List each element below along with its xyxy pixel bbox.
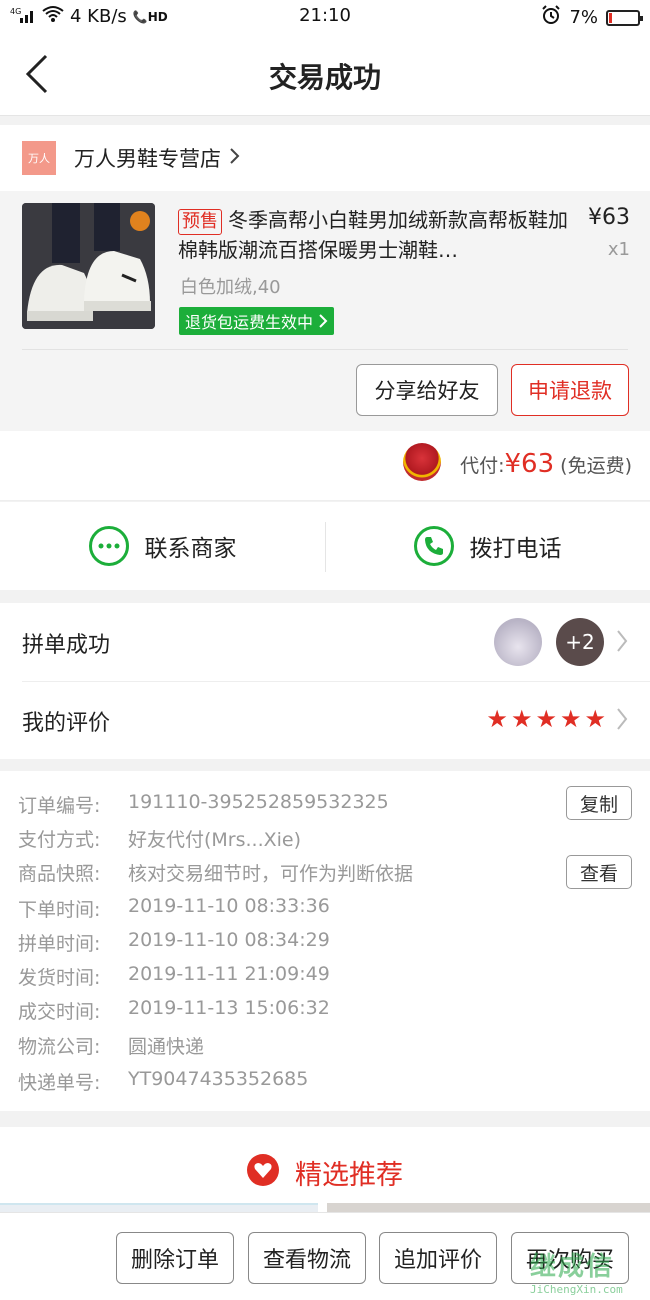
alarm-icon <box>541 5 561 30</box>
order-time-row: 下单时间: 2019-11-10 08:33:36 <box>18 895 330 921</box>
store-name: 万人男鞋专营店 <box>74 147 221 171</box>
battery-percent: 7% <box>569 7 598 28</box>
group-success-label: 拼单成功 <box>22 633 111 658</box>
status-rows: 拼单成功 +2 我的评价 ★ ★ ★ ★ ★ <box>0 603 650 759</box>
store-header[interactable]: 万人 万人男鞋专营店 <box>0 125 650 191</box>
presale-badge: 预售 <box>178 209 222 235</box>
complete-time-row: 成交时间: 2019-11-13 15:06:32 <box>18 997 330 1023</box>
rating-stars: ★ ★ ★ ★ ★ <box>486 705 606 733</box>
chevron-right-icon <box>318 313 328 332</box>
product-price: ¥63 <box>588 205 630 230</box>
store-logo: 万人 <box>22 141 56 175</box>
star-icon: ★ <box>510 705 533 733</box>
star-icon: ★ <box>535 705 557 733</box>
heart-icon <box>247 1154 279 1190</box>
recommend-title: 精选推荐 <box>295 1159 403 1191</box>
nav-bar: 交易成功 <box>0 34 650 116</box>
status-bar: 4G 4 KB/s 📞HD 21:10 7% <box>0 0 650 34</box>
copy-button[interactable]: 复制 <box>566 786 632 820</box>
order-number-row: 订单编号: 191110-395252859532325 <box>18 791 389 821</box>
my-review-label: 我的评价 <box>22 711 111 736</box>
return-shipping-badge[interactable]: 退货包运费生效中 <box>179 307 335 335</box>
add-review-button[interactable]: 追加评价 <box>379 1232 497 1284</box>
tracking-row: 快递单号: YT9047435352685 <box>18 1068 308 1098</box>
order-info: 订单编号: 191110-395252859532325 复制 支付方式: 好友代付… <box>0 771 650 1111</box>
star-icon: ★ <box>559 705 582 733</box>
battery-icon <box>606 9 643 26</box>
page-title: 交易成功 <box>268 61 381 94</box>
chevron-right-icon <box>616 707 628 735</box>
watermark-logo: 继成信 JiChengXin.com <box>530 1252 623 1296</box>
divider <box>22 349 628 350</box>
tracking-number: YT9047435352685 <box>128 1068 309 1090</box>
product-title-text: 冬季高帮小白鞋男加绒新款高帮板鞋加棉韩版潮流百搭保暖男士潮鞋… <box>178 208 568 262</box>
call-button[interactable]: 拨打电话 <box>325 502 650 590</box>
divider <box>325 522 326 572</box>
group-success-row[interactable]: 拼单成功 +2 <box>0 603 650 681</box>
payment-label: 代付: <box>460 455 505 477</box>
contact-merchant-button[interactable]: 联系商家 <box>0 502 325 590</box>
delete-order-button[interactable]: 删除订单 <box>116 1232 234 1284</box>
ship-time-row: 发货时间: 2019-11-11 21:09:49 <box>18 963 330 989</box>
payment-method-row: 支付方式: 好友代付(Mrs...Xie) <box>18 829 302 851</box>
phone-icon <box>413 526 454 566</box>
star-icon: ★ <box>486 705 508 733</box>
my-review-row[interactable]: 我的评价 ★ ★ ★ ★ ★ <box>0 681 650 759</box>
more-members-badge: +2 <box>556 618 604 666</box>
star-icon: ★ <box>584 705 606 733</box>
refund-button[interactable]: 申请退款 <box>511 364 629 416</box>
chevron-right-icon <box>229 147 241 169</box>
view-snapshot-button[interactable]: 查看 <box>566 855 632 889</box>
snapshot-row: 商品快照: 核对交易细节时，可作为判断依据 <box>18 863 414 885</box>
product-title[interactable]: 预售 冬季高帮小白鞋男加绒新款高帮板鞋加棉韩版潮流百搭保暖男士潮鞋… <box>178 205 568 265</box>
payment-amount: ¥63 <box>504 449 555 479</box>
share-button[interactable]: 分享给好友 <box>356 364 498 416</box>
product-spec: 白色加绒,40 <box>180 277 281 298</box>
order-number: 191110-395252859532325 <box>128 791 389 813</box>
group-time-row: 拼单时间: 2019-11-10 08:34:29 <box>18 929 330 955</box>
view-logistics-button[interactable]: 查看物流 <box>248 1232 366 1284</box>
contact-bar: 联系商家 拨打电话 <box>0 502 650 590</box>
contact-merchant-label: 联系商家 <box>144 536 237 562</box>
payment-text: 代付:¥63 (免运费) <box>460 449 632 479</box>
payment-summary: 代付:¥63 (免运费) <box>0 431 650 501</box>
product-qty: x1 <box>607 239 630 260</box>
return-shipping-label: 退货包运费生效中 <box>185 313 314 332</box>
payer-avatar <box>403 443 441 481</box>
courier-row: 物流公司: 圆通快递 <box>18 1036 205 1058</box>
member-avatar <box>494 618 542 666</box>
chat-icon <box>88 526 129 566</box>
call-label: 拨打电话 <box>469 536 562 562</box>
goods-card[interactable]: 预售 冬季高帮小白鞋男加绒新款高帮板鞋加棉韩版潮流百搭保暖男士潮鞋… ¥63 x1… <box>0 191 650 431</box>
chevron-right-icon <box>616 629 628 657</box>
product-image[interactable] <box>22 203 155 329</box>
shipping-note: (免运费) <box>560 455 632 477</box>
